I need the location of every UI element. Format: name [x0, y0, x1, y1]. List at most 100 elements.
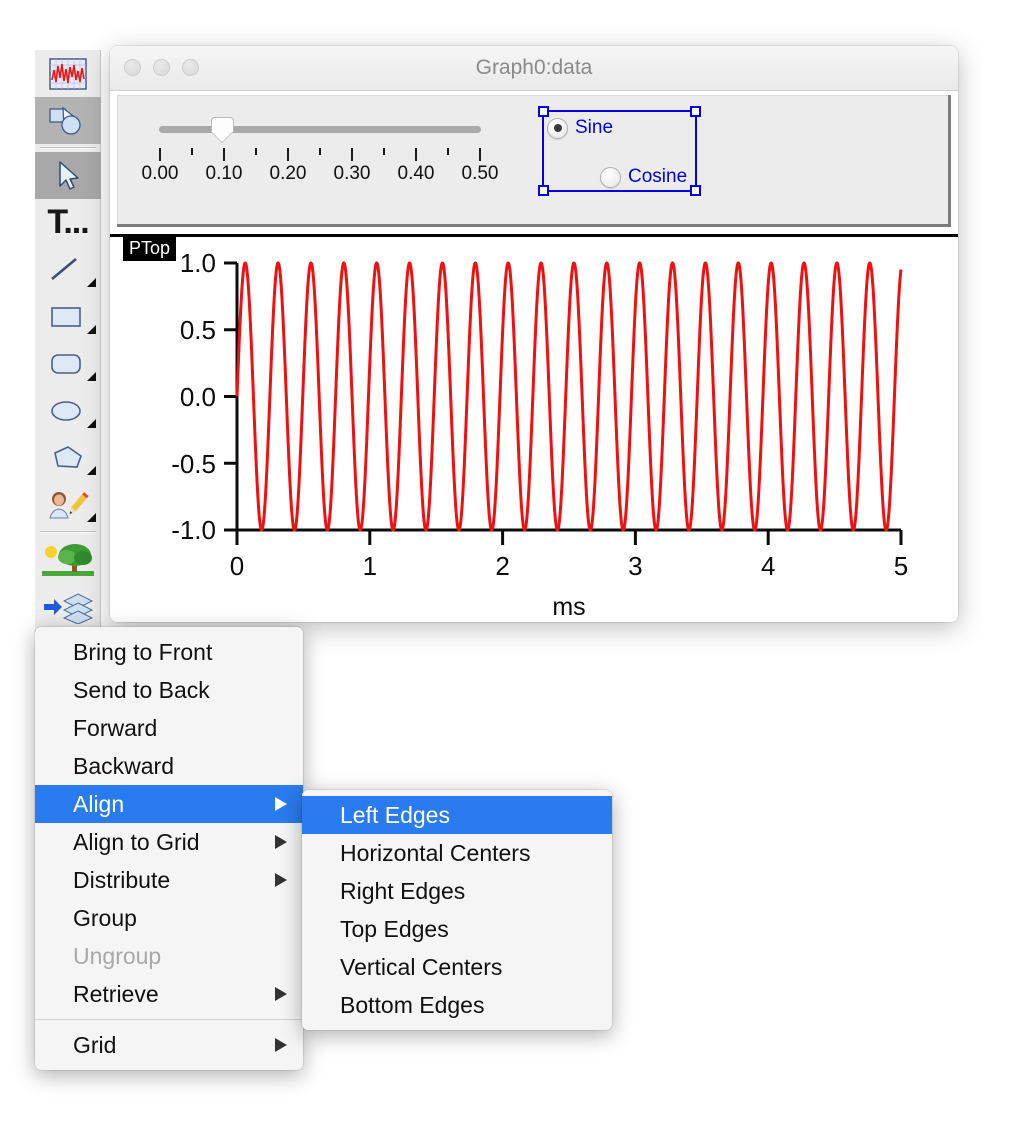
- plot-corner-tag: PTop: [123, 237, 176, 261]
- oval-tool-options-triangle-icon[interactable]: [87, 419, 96, 428]
- slider-tick-major: [287, 148, 289, 161]
- menu-item-send-to-back[interactable]: Send to Back: [35, 671, 303, 709]
- sine-wave-plot[interactable]: 1.0 0.5 0.0 -0.5 -1.0 0 1 2 3 4 5 ms: [110, 237, 958, 622]
- x-tick-label: 3: [628, 551, 642, 581]
- submenu-arrow-icon: [275, 873, 287, 887]
- slider-tick-major: [159, 148, 161, 161]
- drawing-objects-icon-button[interactable]: [35, 97, 101, 144]
- rounded-rectangle-tool-options-triangle-icon[interactable]: [87, 372, 96, 381]
- polygon-tool-icon-button[interactable]: [35, 434, 101, 481]
- menu-item-align-to-grid[interactable]: Align to Grid: [35, 823, 303, 861]
- slider-tick-label: 0.30: [334, 163, 371, 185]
- text-tool-icon-button[interactable]: T...: [35, 199, 101, 246]
- slider-tick-minor: [319, 148, 321, 155]
- oval-tool-icon: [48, 397, 88, 425]
- slider-thumb[interactable]: [211, 117, 234, 141]
- sine-trace: [237, 263, 901, 530]
- menu-item-bring-to-front[interactable]: Bring to Front: [35, 633, 303, 671]
- line-tool-icon: [48, 256, 88, 284]
- selection-handle-top-left[interactable]: [538, 106, 549, 117]
- slider-tick-minor: [191, 148, 193, 155]
- slider-tick-minor: [447, 148, 449, 155]
- x-tick-label: 1: [363, 551, 377, 581]
- window-titlebar[interactable]: Graph0:data: [110, 46, 958, 91]
- plot-area[interactable]: PTop: [110, 234, 958, 622]
- slider-tick-label: 0.20: [270, 163, 307, 185]
- freehand-draw-options-triangle-icon[interactable]: [87, 513, 96, 522]
- menu-item-group[interactable]: Group: [35, 899, 303, 937]
- selection-handle-bottom-right[interactable]: [690, 185, 701, 196]
- y-tick-label: 0.5: [180, 315, 216, 345]
- line-tool-options-triangle-icon[interactable]: [87, 278, 96, 287]
- selection-handle-top-right[interactable]: [690, 106, 701, 117]
- picture-tool-icon-button[interactable]: [35, 536, 101, 583]
- submenu-item-right-edges[interactable]: Right Edges: [302, 872, 612, 910]
- submenu-item-left-edges[interactable]: Left Edges: [302, 796, 612, 834]
- menu-item-label: Group: [73, 905, 137, 932]
- x-axis-label: ms: [552, 593, 585, 621]
- slider-tick-label: 0.10: [206, 163, 243, 185]
- slider-tick-major: [223, 148, 225, 161]
- graph-waveform-icon: [49, 58, 87, 90]
- rectangle-tool-options-triangle-icon[interactable]: [87, 325, 96, 334]
- submenu-item-top-edges[interactable]: Top Edges: [302, 910, 612, 948]
- slider-track[interactable]: [159, 126, 481, 133]
- window-title: Graph0:data: [110, 56, 958, 80]
- context-menu[interactable]: Bring to Front Send to Back Forward Back…: [35, 627, 303, 1070]
- submenu-item-label: Top Edges: [340, 916, 449, 943]
- submenu-item-vertical-centers[interactable]: Vertical Centers: [302, 948, 612, 986]
- rounded-rectangle-tool-icon-button[interactable]: [35, 340, 101, 387]
- line-tool-icon-button[interactable]: [35, 246, 101, 293]
- rectangle-tool-icon-button[interactable]: [35, 293, 101, 340]
- graph-window: Graph0:data: [110, 46, 958, 622]
- slider-tick-major: [415, 148, 417, 161]
- arrow-select-icon-button[interactable]: [35, 152, 101, 199]
- submenu-arrow-icon: [275, 797, 287, 811]
- freehand-draw-icon: [46, 490, 90, 520]
- text-tool-icon: T...: [47, 203, 88, 242]
- slider-ticks: [155, 148, 485, 162]
- layers-tool-icon-button[interactable]: [35, 583, 101, 630]
- submenu-arrow-icon: [275, 1038, 287, 1052]
- menu-item-label: Align: [73, 791, 124, 818]
- menu-item-retrieve[interactable]: Retrieve: [35, 975, 303, 1013]
- menu-item-distribute[interactable]: Distribute: [35, 861, 303, 899]
- submenu-item-label: Left Edges: [340, 802, 450, 829]
- slider-tick-major: [351, 148, 353, 161]
- x-tick-label: 0: [230, 551, 244, 581]
- menu-item-forward[interactable]: Forward: [35, 709, 303, 747]
- menu-separator: [35, 1019, 303, 1020]
- menu-item-grid[interactable]: Grid: [35, 1026, 303, 1064]
- waveform-radio-group[interactable]: Sine Cosine: [531, 103, 711, 203]
- slider-tick-major: [479, 148, 481, 161]
- submenu-item-label: Vertical Centers: [340, 954, 502, 981]
- polygon-tool-icon: [48, 444, 88, 472]
- freehand-draw-icon-button[interactable]: [35, 481, 101, 528]
- slider-tick-label: 0.40: [398, 163, 435, 185]
- palette-divider-2: [40, 531, 96, 533]
- submenu-item-label: Bottom Edges: [340, 992, 484, 1019]
- submenu-item-horizontal-centers[interactable]: Horizontal Centers: [302, 834, 612, 872]
- graph-waveform-icon-button[interactable]: [35, 50, 101, 97]
- menu-item-label: Distribute: [73, 867, 170, 894]
- control-panel: 0.00 0.10 0.20 0.30 0.40 0.50 Sine Cosin…: [116, 94, 952, 228]
- submenu-item-label: Right Edges: [340, 878, 465, 905]
- align-submenu[interactable]: Left Edges Horizontal Centers Right Edge…: [302, 790, 612, 1030]
- rounded-rectangle-tool-icon: [48, 350, 88, 378]
- y-tick-label: -0.5: [171, 449, 216, 479]
- layers-tool-icon: [42, 590, 94, 624]
- selection-handle-bottom-left[interactable]: [538, 185, 549, 196]
- slider-tick-label: 0.00: [142, 163, 179, 185]
- menu-item-backward[interactable]: Backward: [35, 747, 303, 785]
- menu-item-label: Bring to Front: [73, 639, 212, 666]
- menu-item-align[interactable]: Align: [35, 785, 303, 823]
- oval-tool-icon-button[interactable]: [35, 387, 101, 434]
- selection-box[interactable]: [542, 110, 697, 192]
- picture-tool-icon: [42, 543, 94, 577]
- polygon-tool-options-triangle-icon[interactable]: [87, 466, 96, 475]
- slider-tick-labels: 0.00 0.10 0.20 0.30 0.40 0.50: [155, 163, 495, 185]
- slider-tick-label: 0.50: [462, 163, 499, 185]
- menu-item-label: Ungroup: [73, 943, 161, 970]
- menu-item-label: Send to Back: [73, 677, 210, 704]
- submenu-item-bottom-edges[interactable]: Bottom Edges: [302, 986, 612, 1024]
